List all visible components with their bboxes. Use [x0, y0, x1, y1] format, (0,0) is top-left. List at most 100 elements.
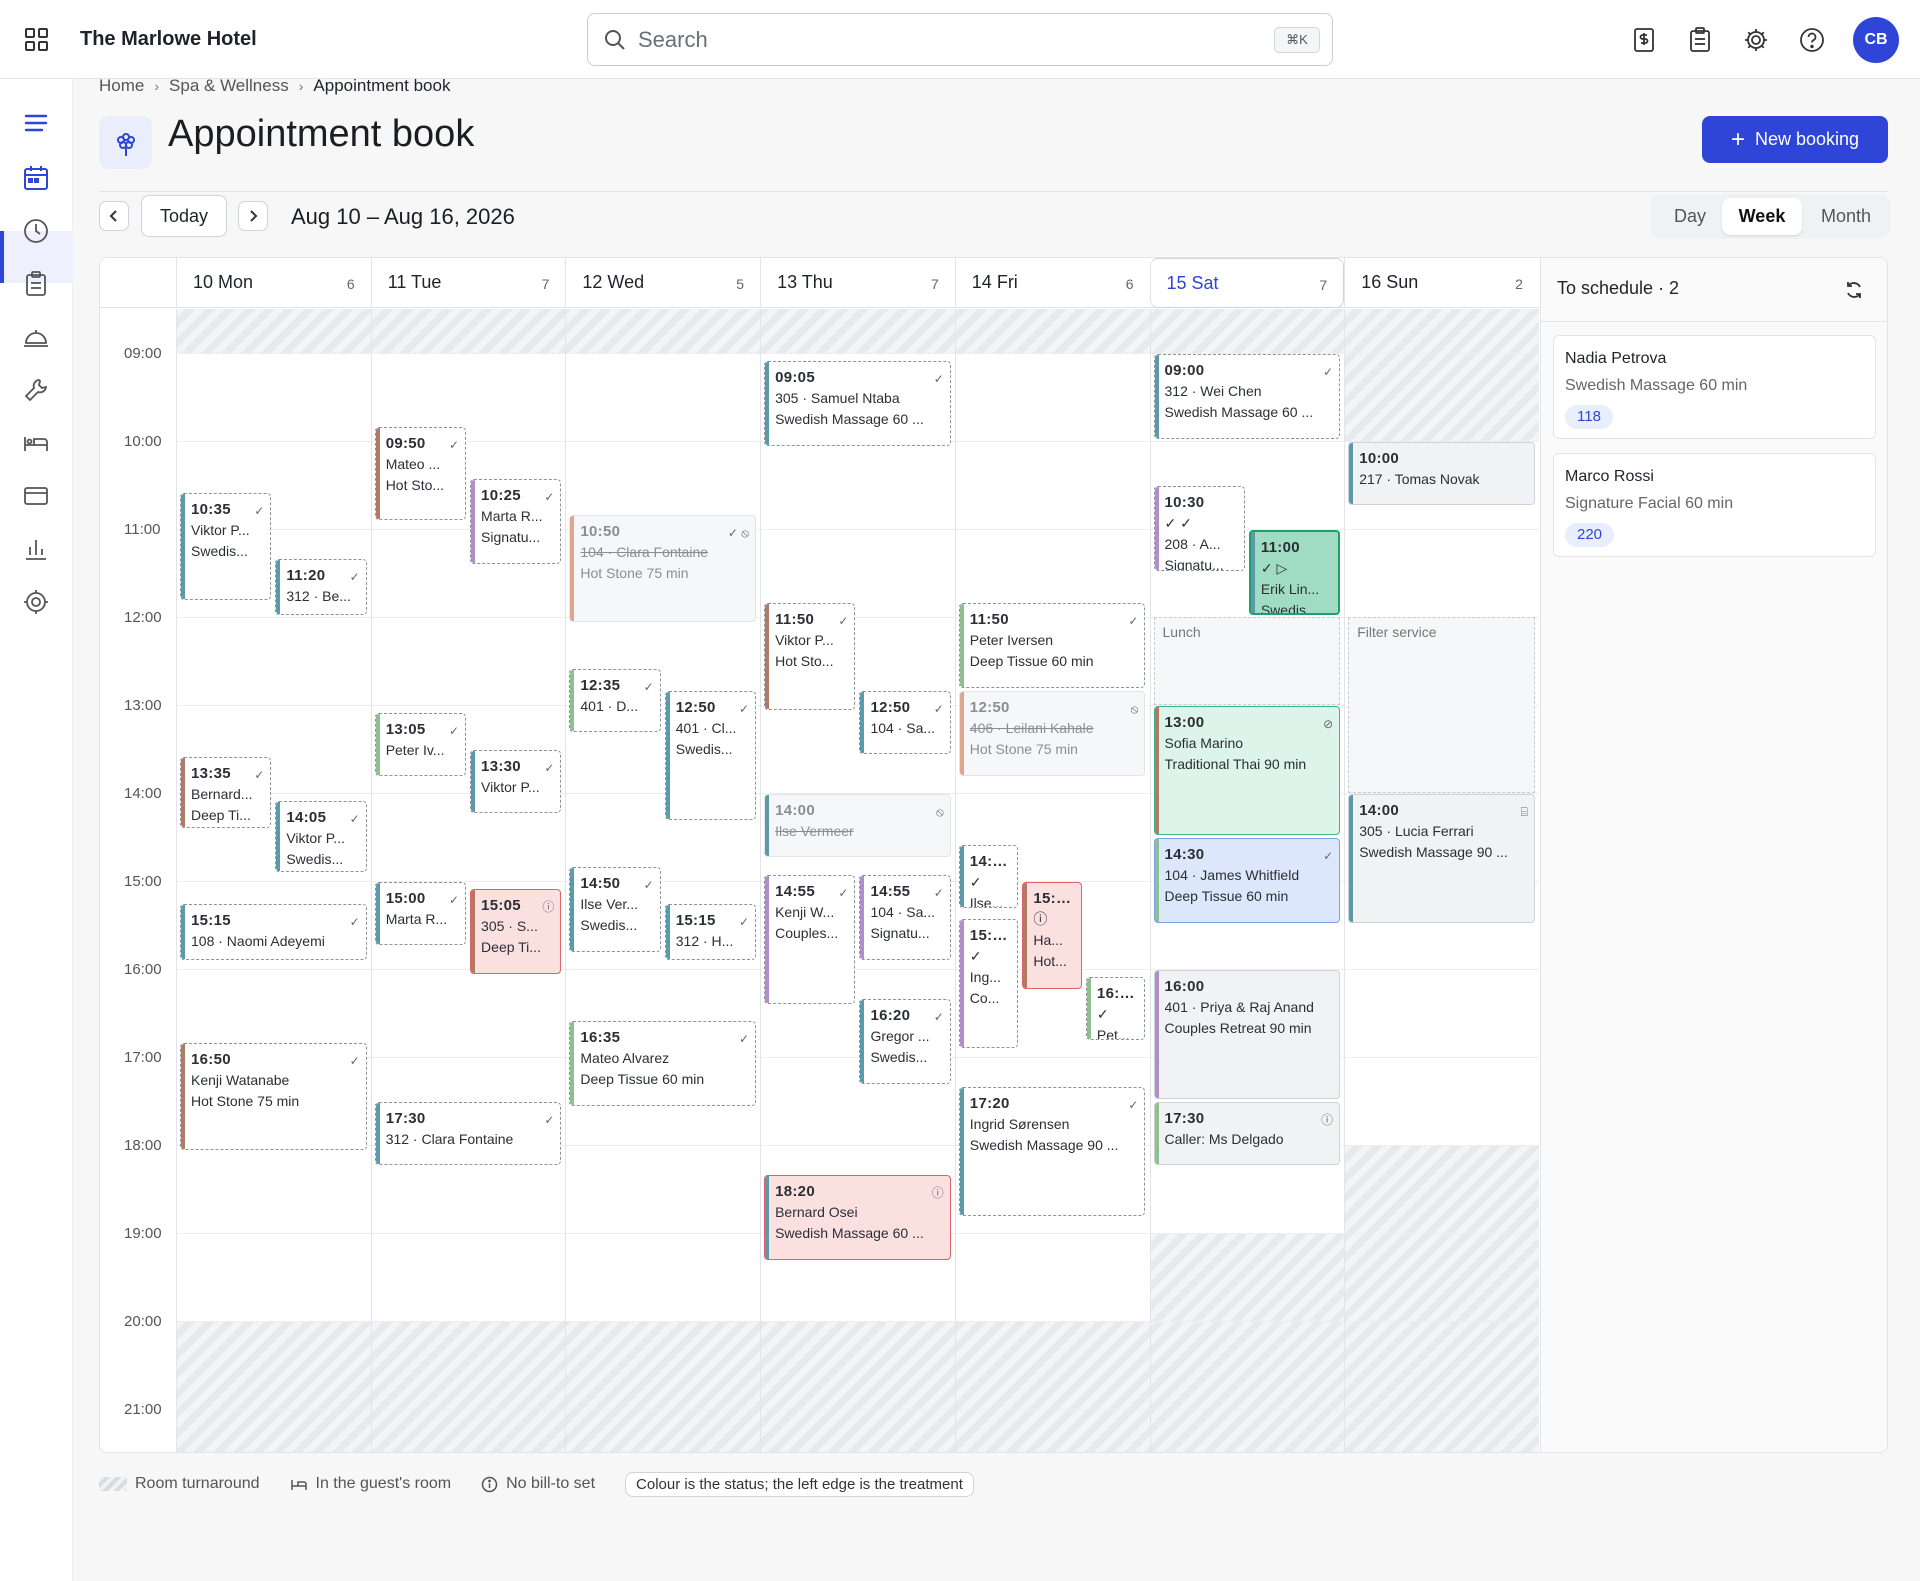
appointment-card[interactable]: 11:00 ✓ ▷ Erik Lin... Swedis...: [1248, 530, 1341, 615]
day-header[interactable]: 12 Wed 5: [565, 258, 760, 308]
appointment-card[interactable]: ⌸ 14:00 305 · Lucia Ferrari Swedish Massage…: [1348, 794, 1535, 923]
day-label: 11 Tue: [387, 272, 442, 292]
appointment-card[interactable]: 14:35 ✓ Ilse...: [958, 845, 1019, 909]
appointment-card[interactable]: ✓ ⦸ 10:50 104 · Clara Fontaine Hot Stone 75…: [569, 515, 757, 623]
billing-icon[interactable]: [1630, 26, 1658, 54]
appointment-card[interactable]: ✓ 14:50 Ilse Ver... Swedis...: [569, 867, 661, 953]
breadcrumb-spa[interactable]: Spa & Wellness: [169, 76, 289, 96]
day-header[interactable]: 15 Sat 7: [1149, 258, 1345, 308]
next-week-button[interactable]: [238, 201, 268, 231]
view-day[interactable]: Day: [1658, 198, 1722, 235]
day-column[interactable]: [176, 309, 371, 1452]
appointment-card[interactable]: ✓ 11:50 Viktor P... Hot Sto...: [764, 603, 856, 711]
refresh-icon[interactable]: [1843, 279, 1865, 301]
appointment-card[interactable]: ✓ 11:20 312 · Be...: [275, 559, 367, 615]
appointment-card[interactable]: ⦸ 12:50 406 · Leilani Kahale Hot Stone 75 m…: [958, 691, 1146, 777]
appointment-detail: Ilse Ver...: [580, 896, 638, 913]
day-header[interactable]: 16 Sun 2: [1344, 258, 1539, 308]
appointment-card[interactable]: ✓ 15:00 Marta R...: [374, 882, 467, 945]
appointment-card[interactable]: ✓ 17:20 Ingrid Sørensen Swedish Massage 90 …: [958, 1087, 1146, 1217]
appointment-card[interactable]: ⊘ 13:00 Sofia Marino Traditional Thai 90 mi…: [1153, 706, 1341, 835]
bed-icon[interactable]: [22, 429, 50, 457]
day-header[interactable]: 10 Mon 6: [176, 258, 371, 308]
breadcrumb-home[interactable]: Home: [99, 76, 144, 96]
appointment-card[interactable]: ✓ 16:20 Gregor ... Swedis...: [859, 999, 951, 1085]
day-header[interactable]: 11 Tue 7: [370, 258, 566, 308]
appointment-card[interactable]: ⓘ 18:20 Bernard Osei Swedish Massage 60 ...: [764, 1175, 951, 1261]
appointment-card[interactable]: ✓ 13:30 Viktor P...: [470, 750, 562, 813]
settings-icon[interactable]: [22, 588, 50, 616]
appointment-card[interactable]: ✓ 15:15 312 · H...: [664, 904, 757, 960]
day-label: 14 Fri: [971, 272, 1018, 292]
status-icon: ✓: [448, 893, 460, 907]
search-input[interactable]: [638, 24, 1238, 56]
appointment-card[interactable]: ✓ 12:35 401 · D...: [569, 669, 661, 733]
appointment-card[interactable]: ✓ 13:05 Peter Iv...: [374, 713, 467, 777]
appointment-time: 09:50: [385, 435, 426, 453]
appointment-card[interactable]: ✓ 10:25 Marta R... Signatu...: [470, 478, 562, 564]
appointment-card[interactable]: ✓ 16:50 Kenji Watanabe Hot Stone 75 min: [180, 1043, 367, 1151]
appointment-card[interactable]: ⓘ 15:05 305 · S... Deep Ti...: [470, 889, 562, 975]
to-schedule-panel: To schedule · 2 Nadia Petrova Swedish Ma…: [1540, 258, 1887, 1452]
wrench-icon[interactable]: [22, 376, 50, 404]
help-icon[interactable]: [1798, 26, 1826, 54]
calendar-icon[interactable]: [22, 164, 50, 192]
service-bell-icon[interactable]: [22, 323, 50, 351]
app-grid-icon[interactable]: [24, 27, 50, 53]
appointment-card[interactable]: ✓ 12:50 104 · Sa...: [859, 691, 951, 755]
appointment-detail: Viktor P...: [191, 522, 250, 539]
view-week[interactable]: Week: [1722, 198, 1802, 235]
divider: [1541, 321, 1887, 322]
treatment-edge: [765, 604, 770, 710]
appointment-card[interactable]: 16:00 401 · Priya & Raj Anand Couples Retr…: [1153, 970, 1341, 1099]
prev-week-button[interactable]: [99, 201, 129, 231]
appointment-card[interactable]: 10:30 ✓ ✓ 208 · A... Signatu...: [1153, 486, 1245, 571]
appointment-card[interactable]: ✓ 09:50 Mateo ... Hot Sto...: [374, 427, 467, 520]
settings-icon[interactable]: [1742, 26, 1770, 54]
appointment-detail: Deep Tissue 60 min: [1164, 888, 1289, 904]
treatment-edge: [471, 751, 476, 812]
appointment-detail: Couples...: [775, 924, 839, 941]
clock-icon[interactable]: [22, 217, 50, 245]
appointment-detail: 217 · Tomas Novak: [1359, 471, 1480, 487]
appointment-card[interactable]: ✓ 14:55 104 · Sa... Signatu...: [859, 874, 951, 960]
appointment-detail: Pet...: [1096, 1027, 1130, 1041]
appointment-time: 16:20: [870, 1007, 911, 1025]
treatment-edge: [959, 692, 964, 776]
appointment-card[interactable]: ✓ 17:30 312 · Clara Fontaine: [374, 1102, 562, 1165]
view-month[interactable]: Month: [1806, 198, 1886, 235]
appointment-card[interactable]: ✓ 11:50 Peter Iversen Deep Tissue 60 min: [958, 603, 1146, 689]
appointment-detail: Ilse...: [969, 895, 1004, 909]
unscheduled-card[interactable]: Marco Rossi Signature Facial 60 min 220: [1553, 453, 1876, 557]
menu-icon[interactable]: [22, 109, 50, 137]
appointment-card[interactable]: ✓ 13:35 Bernard... Deep Ti...: [180, 757, 272, 828]
today-button[interactable]: Today: [141, 195, 227, 237]
status-icon: ✓: [448, 724, 460, 739]
day-header[interactable]: 14 Fri 6: [954, 258, 1150, 308]
appointment-card[interactable]: ✓ 10:35 Viktor P... Swedis...: [180, 493, 272, 601]
appointment-card[interactable]: ⦸ 14:00 Ilse Vermeer: [764, 794, 951, 857]
appointment-card[interactable]: ✓ 14:05 Viktor P... Swedis...: [275, 801, 367, 872]
treatment-edge: [276, 802, 281, 871]
appointment-card[interactable]: ✓ 12:50 401 · Cl... Swedis...: [664, 691, 757, 821]
appointment-card[interactable]: ✓ 16:35 Mateo Alvarez Deep Tissue 60 min: [569, 1021, 757, 1107]
appointment-card[interactable]: ✓ 15:15 108 · Naomi Adeyemi: [180, 904, 367, 960]
card-icon[interactable]: [22, 482, 50, 510]
appointment-card[interactable]: 10:00 217 · Tomas Novak: [1348, 442, 1535, 505]
clipboard-icon[interactable]: [1686, 26, 1714, 54]
clipboard-icon[interactable]: [22, 270, 50, 298]
appointment-card[interactable]: 15:25 ✓ Ing... Co...: [958, 918, 1019, 1048]
day-header[interactable]: 13 Thu 7: [760, 258, 955, 308]
appointment-card[interactable]: ✓ 14:55 Kenji W... Couples...: [764, 874, 856, 1004]
unscheduled-card[interactable]: Nadia Petrova Swedish Massage 60 min 118: [1553, 335, 1876, 439]
new-booking-button[interactable]: + New booking: [1702, 116, 1888, 163]
appointment-card[interactable]: 15:00 ⓘ Ha... Hot...: [1022, 882, 1082, 989]
appointment-card[interactable]: ✓ 09:05 305 · Samuel Ntaba Swedish Massage …: [764, 361, 951, 447]
search-box[interactable]: ⌘K: [587, 13, 1333, 66]
chart-icon[interactable]: [22, 535, 50, 563]
appointment-card[interactable]: 16:05 ✓ Pet...: [1085, 977, 1146, 1041]
user-avatar[interactable]: CB: [1853, 17, 1899, 63]
appointment-card[interactable]: ✓ 14:30 104 · James Whitfield Deep Tissue 6…: [1153, 838, 1341, 923]
appointment-card[interactable]: ✓ 09:00 312 · Wei Chen Swedish Massage 60 .…: [1153, 354, 1341, 439]
appointment-card[interactable]: ⓘ 17:30 Caller: Ms Delgado: [1153, 1102, 1341, 1165]
